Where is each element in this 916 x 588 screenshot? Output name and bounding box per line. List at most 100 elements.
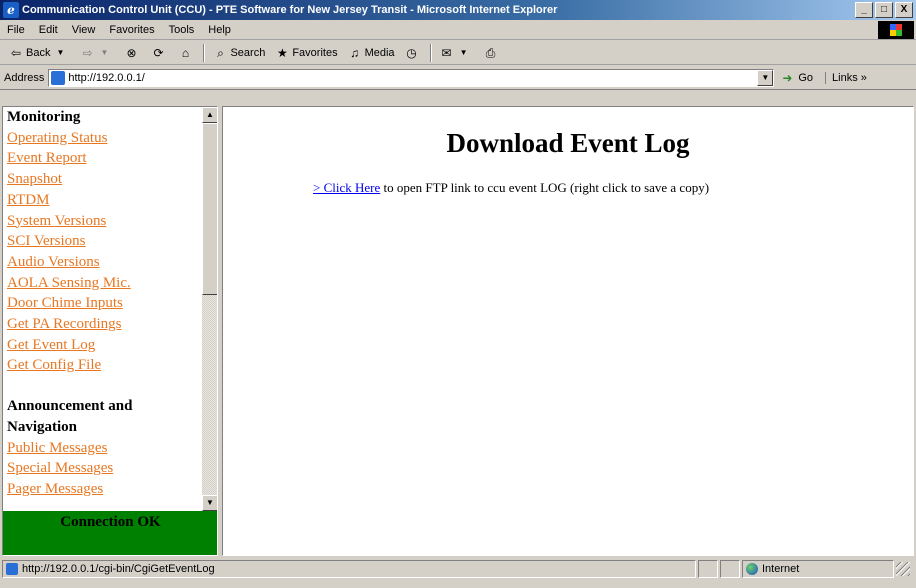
address-label: Address (4, 71, 45, 84)
status-zone: Internet (762, 563, 800, 575)
scroll-down-button[interactable]: ▼ (202, 495, 217, 511)
download-description: to open FTP link to ccu event LOG (right… (380, 180, 710, 195)
nav-link-get-config-file[interactable]: Get Config File (7, 355, 201, 376)
refresh-button[interactable]: ⟳ (146, 46, 173, 60)
media-icon: ♫ (350, 45, 360, 60)
maximize-button[interactable]: □ (875, 2, 893, 18)
back-button[interactable]: ⇦ Back ▼ (4, 46, 75, 60)
status-url: http://192.0.0.1/cgi-bin/CgiGetEventLog (22, 563, 215, 575)
history-button[interactable]: ◷ (400, 46, 427, 60)
go-button[interactable]: ➜ Go (782, 71, 813, 85)
scroll-up-button[interactable]: ▲ (202, 107, 217, 123)
main-frame: Download Event Log > Click Here to open … (222, 106, 914, 556)
close-button[interactable]: X (895, 2, 913, 18)
address-input[interactable] (68, 71, 758, 84)
address-dropdown-button[interactable]: ▼ (757, 69, 774, 86)
stop-icon: ⊗ (126, 45, 137, 60)
search-button[interactable]: ⌕ Search (208, 46, 270, 60)
go-arrow-icon: ➜ (782, 70, 793, 85)
home-icon: ⌂ (181, 45, 190, 60)
nav-frame: Monitoring Operating Status Event Report… (2, 106, 218, 556)
favorites-button[interactable]: ★ Favorites (270, 46, 342, 60)
nav-link-sci-versions[interactable]: SCI Versions (7, 231, 201, 252)
menu-view[interactable]: View (65, 24, 103, 36)
status-panel-progress (698, 560, 718, 578)
print-icon: ⎙ (485, 45, 496, 60)
stop-button[interactable]: ⊗ (119, 46, 146, 60)
back-label: Back (26, 46, 51, 59)
nav-link-pager-messages[interactable]: Pager Messages (7, 479, 201, 500)
status-url-panel: http://192.0.0.1/cgi-bin/CgiGetEventLog (2, 560, 696, 578)
nav-link-operating-status[interactable]: Operating Status (7, 128, 201, 149)
links-label: Links (832, 71, 858, 84)
nav-link-door-chime-inputs[interactable]: Door Chime Inputs (7, 293, 201, 314)
mail-button[interactable]: ✉ ▼ (435, 46, 479, 60)
links-button[interactable]: Links » (825, 71, 867, 84)
chevron-down-icon: ▼ (459, 47, 468, 57)
window-title: Communication Control Unit (CCU) - PTE S… (22, 4, 558, 16)
menu-edit[interactable]: Edit (32, 24, 65, 36)
nav-header-announcement: Announcement and (7, 398, 133, 415)
minimize-button[interactable]: _ (855, 2, 873, 18)
refresh-icon: ⟳ (153, 45, 164, 60)
connection-status-text: Connection OK (60, 514, 161, 530)
media-label: Media (364, 46, 395, 59)
favorites-label: Favorites (292, 46, 338, 59)
page-icon (51, 70, 66, 85)
nav-menu: Monitoring Operating Status Event Report… (7, 107, 201, 511)
window-controls: _ □ X (855, 2, 913, 18)
nav-link-rtdm[interactable]: RTDM (7, 190, 201, 211)
back-arrow-icon: ⇦ (10, 45, 22, 60)
mail-icon: ✉ (441, 45, 452, 60)
search-icon: ⌕ (217, 45, 224, 60)
chevron-down-icon: ▼ (56, 47, 65, 57)
ie-logo-icon: e (3, 2, 19, 18)
page-title: Download Event Log (446, 128, 690, 158)
favorites-icon: ★ (276, 45, 288, 60)
go-label: Go (798, 71, 814, 84)
forward-arrow-icon: ⇨ (82, 45, 93, 60)
connection-status-panel: Connection OK (3, 511, 217, 555)
page-icon (6, 563, 18, 575)
download-instructions: > Click Here to open FTP link to ccu eve… (313, 180, 709, 196)
chevron-down-icon: ▼ (100, 47, 109, 57)
nav-link-system-versions[interactable]: System Versions (7, 211, 201, 232)
nav-link-aola-sensing-mic[interactable]: AOLA Sensing Mic. (7, 273, 201, 294)
nav-link-event-report[interactable]: Event Report (7, 148, 201, 169)
toolbar: ⇦ Back ▼ ⇨ ▼ ⊗ ⟳ ⌂ ⌕ Search ★ Favorites … (0, 41, 916, 65)
menu-tools[interactable]: Tools (162, 24, 202, 36)
menubar: File Edit View Favorites Tools Help (0, 20, 916, 40)
window-titlebar[interactable]: e Communication Control Unit (CCU) - PTE… (0, 0, 916, 20)
forward-button[interactable]: ⇨ ▼ (75, 46, 119, 60)
nav-link-snapshot[interactable]: Snapshot (7, 169, 201, 190)
media-button[interactable]: ♫ Media (343, 46, 400, 60)
nav-link-get-event-log[interactable]: Get Event Log (7, 335, 201, 356)
print-button[interactable]: ⎙ (479, 46, 506, 60)
nav-header-monitoring: Monitoring (7, 109, 81, 125)
status-panel-security (720, 560, 740, 578)
nav-scrollbar[interactable]: ▲ ▼ (202, 107, 217, 511)
nav-link-get-pa-recordings[interactable]: Get PA Recordings (7, 314, 201, 335)
address-field[interactable]: ▼ (48, 68, 775, 87)
toolbar-separator (203, 43, 206, 62)
menu-favorites[interactable]: Favorites (102, 24, 161, 36)
scroll-thumb[interactable] (202, 123, 217, 295)
nav-link-special-messages[interactable]: Special Messages (7, 458, 201, 479)
search-label: Search (230, 46, 266, 59)
nav-link-audio-versions[interactable]: Audio Versions (7, 252, 201, 273)
history-icon: ◷ (406, 45, 417, 60)
statusbar: http://192.0.0.1/cgi-bin/CgiGetEventLog … (0, 558, 916, 580)
internet-globe-icon (746, 563, 758, 575)
chevron-right-icon: » (860, 71, 867, 84)
addressbar: Address ▼ ➜ Go Links » (0, 66, 916, 90)
windows-logo-icon (878, 21, 914, 39)
status-zone-panel: Internet (742, 560, 894, 578)
ftp-download-link[interactable]: > Click Here (313, 180, 380, 195)
nav-link-public-messages[interactable]: Public Messages (7, 438, 201, 459)
home-button[interactable]: ⌂ (173, 46, 200, 60)
menu-file[interactable]: File (0, 24, 32, 36)
nav-header-navigation: Navigation (7, 418, 78, 435)
menu-help[interactable]: Help (201, 24, 238, 36)
resize-grip-icon[interactable] (896, 562, 910, 576)
